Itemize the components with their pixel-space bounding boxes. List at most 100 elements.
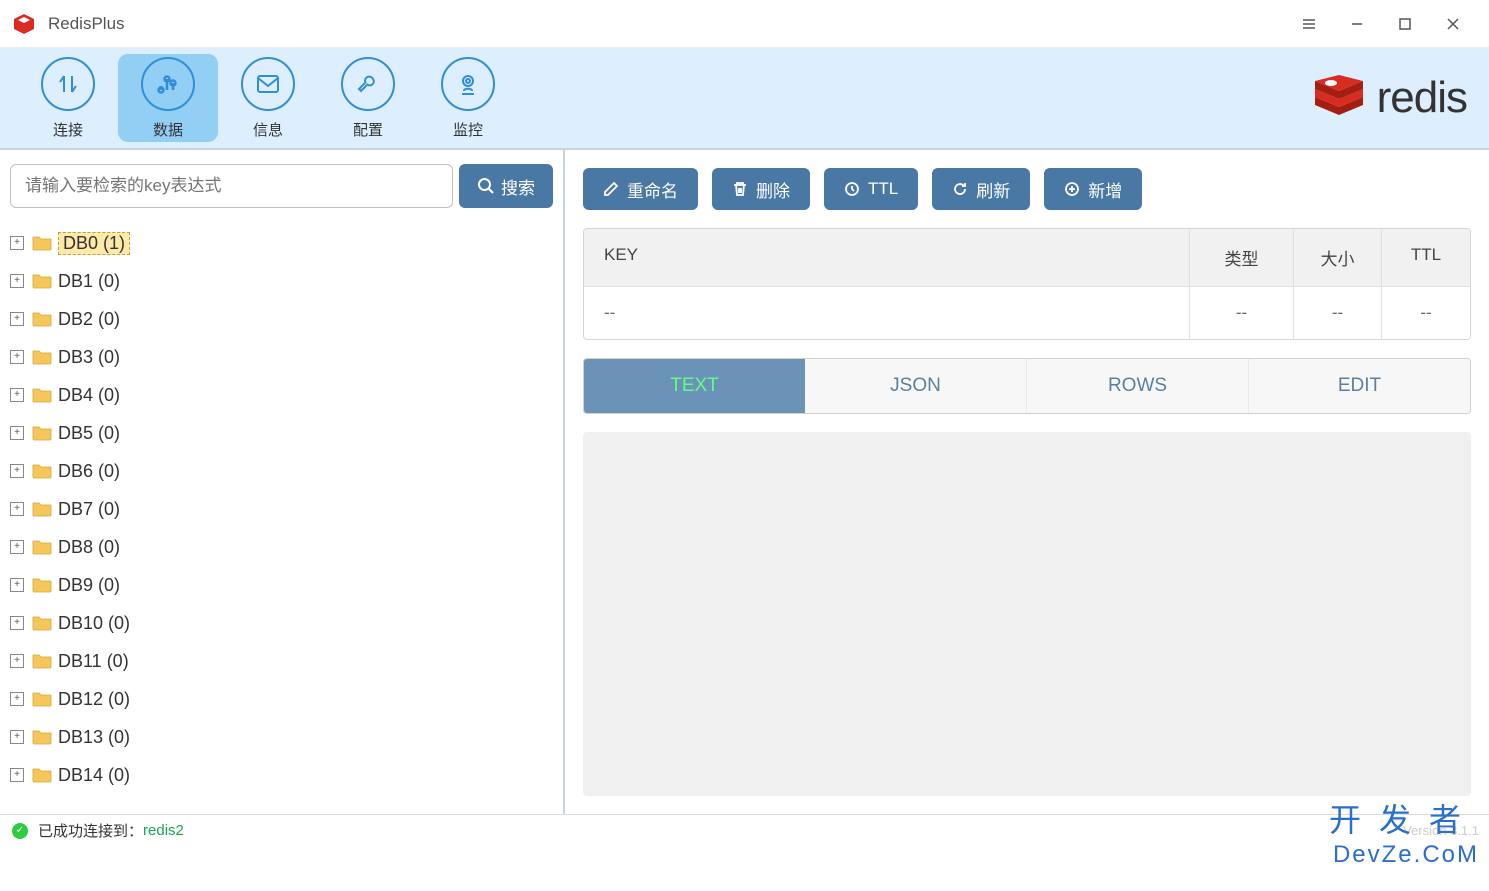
redis-cube-icon (1311, 73, 1367, 123)
expand-icon[interactable]: + (10, 540, 24, 554)
expand-icon[interactable]: + (10, 274, 24, 288)
folder-icon (32, 273, 52, 289)
expand-icon[interactable]: + (10, 730, 24, 744)
toolbar: 连接 数据 信息 配置 监控 redis (0, 48, 1489, 148)
tool-label: 信息 (253, 119, 283, 140)
tool-config[interactable]: 配置 (318, 54, 418, 142)
tree-item[interactable]: + DB8 (0) (8, 528, 555, 566)
db-label: DB14 (0) (58, 765, 130, 786)
action-row: 重命名 删除 TTL 刷新 新增 (583, 168, 1471, 210)
delete-button[interactable]: 删除 (712, 168, 810, 210)
search-input[interactable] (10, 164, 453, 208)
ttl-button[interactable]: TTL (824, 168, 918, 210)
db-label: DB3 (0) (58, 347, 120, 368)
viewtab-rows[interactable]: ROWS (1026, 359, 1248, 413)
add-button[interactable]: 新增 (1044, 168, 1142, 210)
maximize-icon[interactable] (1381, 4, 1429, 44)
header-ttl: TTL (1382, 229, 1470, 286)
plus-circle-icon (1064, 181, 1080, 197)
search-button-label: 搜索 (501, 174, 535, 199)
tree-item[interactable]: + DB11 (0) (8, 642, 555, 680)
tree-item[interactable]: + DB5 (0) (8, 414, 555, 452)
redis-logo: redis (1311, 73, 1467, 123)
tool-info[interactable]: 信息 (218, 54, 318, 142)
view-tabs: TEXTJSONROWSEDIT (583, 358, 1471, 414)
titlebar: RedisPlus (0, 0, 1489, 48)
statusbar: ✓ 已成功连接到： redis2 Version 3.1.1 (0, 814, 1489, 846)
tree-item[interactable]: + DB2 (0) (8, 300, 555, 338)
tree-item[interactable]: + DB1 (0) (8, 262, 555, 300)
db-label: DB9 (0) (58, 575, 120, 596)
viewtab-edit[interactable]: EDIT (1248, 359, 1470, 413)
main: 搜索 +DB0 (1)+DB1 (0)+DB2 (0)+DB3 (0)+DB4 … (0, 148, 1489, 814)
expand-icon[interactable]: + (10, 464, 24, 478)
close-icon[interactable] (1429, 4, 1477, 44)
status-text: 已成功连接到： (38, 820, 143, 841)
expand-icon[interactable]: + (10, 692, 24, 706)
tree-item[interactable]: + DB14 (0) (8, 756, 555, 794)
redis-logo-text: redis (1377, 73, 1467, 123)
cell-size: -- (1294, 286, 1382, 339)
tree-item[interactable]: + DB6 (0) (8, 452, 555, 490)
app-icon (12, 12, 36, 36)
tool-data[interactable]: 数据 (118, 54, 218, 142)
expand-icon[interactable]: + (10, 616, 24, 630)
viewtab-json[interactable]: JSON (805, 359, 1026, 413)
folder-icon (32, 539, 52, 555)
folder-icon (32, 463, 52, 479)
expand-icon[interactable]: + (10, 578, 24, 592)
tree-item[interactable]: + DB13 (0) (8, 718, 555, 756)
cell-key: -- (584, 286, 1190, 339)
tool-monitor[interactable]: 监控 (418, 54, 518, 142)
db-label: DB13 (0) (58, 727, 130, 748)
minimize-icon[interactable] (1333, 4, 1381, 44)
version-text: Version 3.1.1 (1403, 823, 1479, 838)
expand-icon[interactable]: + (10, 312, 24, 326)
key-table-row: -- -- -- -- (584, 286, 1470, 339)
folder-icon (32, 767, 52, 783)
db-label: DB6 (0) (58, 461, 120, 482)
tool-label: 监控 (453, 119, 483, 140)
app-title: RedisPlus (48, 14, 1285, 34)
db-label: DB2 (0) (58, 309, 120, 330)
db-label: DB8 (0) (58, 537, 120, 558)
cell-type: -- (1190, 286, 1294, 339)
expand-icon[interactable]: + (10, 502, 24, 516)
expand-icon[interactable]: + (10, 388, 24, 402)
search-row: 搜索 (0, 150, 563, 222)
tree-item[interactable]: +DB10 (0) (8, 604, 555, 642)
refresh-icon (952, 181, 968, 197)
rename-button[interactable]: 重命名 (583, 168, 698, 210)
status-connection-name: redis2 (143, 822, 184, 839)
folder-icon (32, 577, 52, 593)
tree-item[interactable]: +DB7 (0) (8, 490, 555, 528)
tool-connect[interactable]: 连接 (18, 54, 118, 142)
tree-item[interactable]: + DB3 (0) (8, 338, 555, 376)
folder-icon (32, 691, 52, 707)
tree-item[interactable]: + DB12 (0) (8, 680, 555, 718)
search-button[interactable]: 搜索 (459, 164, 553, 208)
db-label: DB12 (0) (58, 689, 130, 710)
tree-item[interactable]: +DB0 (1) (8, 224, 555, 262)
refresh-button[interactable]: 刷新 (932, 168, 1030, 210)
trash-icon (732, 181, 748, 197)
header-size: 大小 (1294, 229, 1382, 286)
folder-icon (32, 425, 52, 441)
status-ok-icon: ✓ (12, 823, 28, 839)
tool-label: 数据 (153, 119, 183, 140)
expand-icon[interactable]: + (10, 768, 24, 782)
viewtab-text[interactable]: TEXT (584, 359, 805, 413)
expand-icon[interactable]: + (10, 426, 24, 440)
db-label: DB5 (0) (58, 423, 120, 444)
db-label: DB1 (0) (58, 271, 120, 292)
expand-icon[interactable]: + (10, 236, 24, 250)
folder-icon (32, 501, 52, 517)
tree-item[interactable]: +DB4 (0) (8, 376, 555, 414)
menu-icon[interactable] (1285, 4, 1333, 44)
window-controls (1285, 4, 1477, 44)
expand-icon[interactable]: + (10, 654, 24, 668)
tree-item[interactable]: + DB9 (0) (8, 566, 555, 604)
expand-icon[interactable]: + (10, 350, 24, 364)
db-label: DB11 (0) (58, 651, 129, 672)
folder-icon (32, 349, 52, 365)
